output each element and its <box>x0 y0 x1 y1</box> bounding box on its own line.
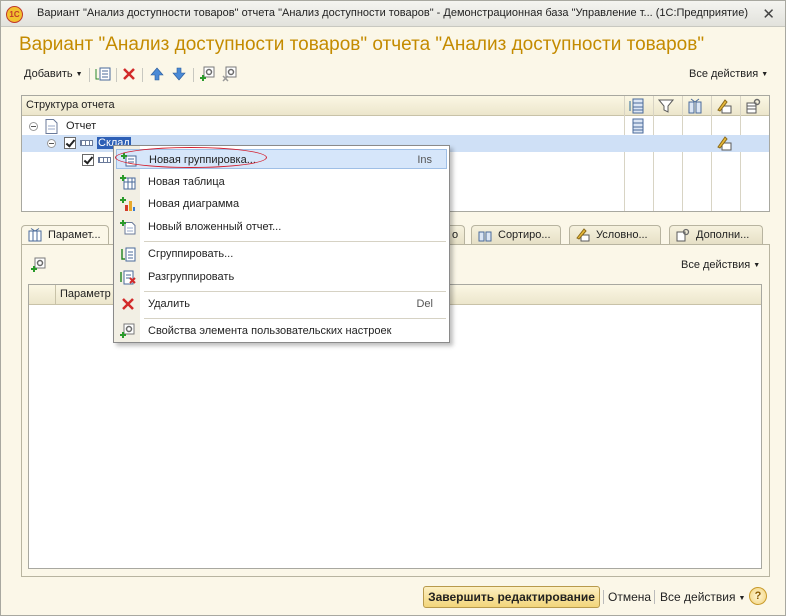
window: 1С Вариант "Анализ доступности товаров" … <box>0 0 786 616</box>
highlight-ellipse <box>115 147 267 168</box>
menu-item-label: Сгруппировать... <box>148 248 234 260</box>
new-nested-report-icon <box>120 220 136 235</box>
menu-item-new-table[interactable]: Новая таблица <box>116 172 447 192</box>
fields-cell-icon <box>632 118 644 134</box>
column-divider <box>55 285 56 305</box>
help-icon[interactable]: ? <box>749 587 767 605</box>
add-label: Добавить <box>24 68 73 80</box>
tab-sorting[interactable]: Сортиро... <box>471 225 561 244</box>
footer-divider <box>654 590 655 604</box>
add-dropdown-button[interactable]: Добавить ▼ <box>24 68 83 80</box>
properties-icon <box>120 323 135 338</box>
filter-column-icon[interactable] <box>658 98 674 114</box>
menu-item-new-nested-report[interactable]: Новый вложенный отчет... <box>116 217 447 237</box>
toolbar-divider <box>142 68 143 82</box>
conditional-format-cell-icon <box>717 136 732 151</box>
all-actions-dropdown[interactable]: Все действия ▼ <box>689 68 768 80</box>
fields-column-icon[interactable] <box>629 98 645 114</box>
all-actions-label: Все действия <box>660 590 736 604</box>
additional-tab-icon <box>676 228 690 242</box>
menu-item-label: Разгруппировать <box>148 271 235 283</box>
menu-item-label: Свойства элемента пользовательских настр… <box>148 325 392 337</box>
tab-label: Парамет... <box>48 229 101 241</box>
title-bar: 1С Вариант "Анализ доступности товаров" … <box>1 1 785 27</box>
all-actions-label: Все действия <box>681 259 751 271</box>
command-bar: Добавить ▼ Все действия ▼ <box>19 65 769 85</box>
tree-row-report[interactable]: Отчет <box>22 118 769 135</box>
report-icon <box>45 119 58 134</box>
menu-item-label: Удалить <box>148 298 190 310</box>
menu-item-group[interactable]: Сгруппировать... <box>116 244 447 264</box>
menu-divider <box>144 318 446 319</box>
row-checkbox[interactable] <box>82 154 94 166</box>
window-title: Вариант "Анализ доступности товаров" отч… <box>37 7 748 19</box>
move-down-icon[interactable] <box>171 66 187 82</box>
menu-item-properties[interactable]: Свойства элемента пользовательских настр… <box>116 321 447 341</box>
tree-row-label: Отчет <box>66 120 97 132</box>
grouping-icon <box>98 157 111 163</box>
tab-conditional[interactable]: Условно... <box>569 225 661 244</box>
tree-header: Структура отчета <box>22 96 769 116</box>
footer-bar: Завершить редактирование Отмена Все дейс… <box>19 585 773 609</box>
tab-label: о <box>452 229 459 241</box>
remove-settings-icon[interactable] <box>222 66 238 82</box>
delete-icon <box>122 298 134 310</box>
menu-divider <box>144 241 446 242</box>
menu-item-delete[interactable]: Удалить Del <box>116 294 447 314</box>
params-all-actions-dropdown[interactable]: Все действия ▼ <box>681 259 760 271</box>
structure-icon[interactable] <box>95 66 111 82</box>
menu-item-ungroup[interactable]: Разгруппировать <box>116 267 447 287</box>
chevron-down-icon: ▼ <box>761 71 769 78</box>
parameters-tab-icon <box>28 228 42 242</box>
tab-label: Сортиро... <box>498 229 551 241</box>
page-title: Вариант "Анализ доступности товаров" отч… <box>19 34 705 55</box>
move-up-icon[interactable] <box>149 66 165 82</box>
app-logo-icon: 1С <box>6 6 23 23</box>
tree-header-label: Структура отчета <box>26 99 115 111</box>
context-menu: Новая группировка... Ins Новая таблица Н… <box>113 145 450 343</box>
toolbar-divider <box>89 68 90 82</box>
conditional-format-column-icon[interactable] <box>716 98 732 114</box>
menu-item-label: Новая таблица <box>148 176 225 188</box>
grouping-icon <box>80 140 93 146</box>
menu-item-new-chart[interactable]: Новая диаграмма <box>116 194 447 214</box>
menu-item-shortcut: Ins <box>417 154 432 166</box>
menu-divider <box>144 291 446 292</box>
delete-icon[interactable] <box>121 66 137 82</box>
conditional-tab-icon <box>576 228 590 242</box>
group-icon <box>121 247 136 262</box>
extra-settings-column-icon[interactable] <box>745 98 761 114</box>
tab-label: Условно... <box>596 229 648 241</box>
cancel-button[interactable]: Отмена <box>608 590 651 604</box>
chevron-down-icon: ▼ <box>753 262 761 269</box>
all-actions-label: Все действия <box>689 68 759 80</box>
sort-tab-icon <box>478 231 492 242</box>
menu-item-label: Новый вложенный отчет... <box>148 221 282 233</box>
new-chart-icon <box>120 197 135 211</box>
tab-parameters[interactable]: Парамет... <box>21 225 109 245</box>
tab-additional[interactable]: Дополни... <box>669 225 763 244</box>
finish-editing-button[interactable]: Завершить редактирование <box>423 586 600 608</box>
add-settings-icon[interactable] <box>200 66 216 82</box>
menu-item-label: Новая диаграмма <box>148 198 240 210</box>
collapse-icon[interactable] <box>29 122 38 131</box>
new-table-icon <box>120 175 136 190</box>
sort-column-icon[interactable] <box>687 98 703 114</box>
column-header-parameter: Параметр <box>60 288 111 300</box>
add-parameter-icon[interactable] <box>31 257 47 273</box>
collapse-icon[interactable] <box>47 139 56 148</box>
chevron-down-icon: ▼ <box>738 595 746 602</box>
chevron-down-icon: ▼ <box>75 71 83 78</box>
close-icon[interactable]: ✕ <box>762 5 775 23</box>
ungroup-icon <box>120 270 136 285</box>
toolbar-divider <box>193 68 194 82</box>
toolbar-divider <box>116 68 117 82</box>
tab-label: Дополни... <box>696 229 750 241</box>
menu-item-shortcut: Del <box>416 298 433 310</box>
footer-divider <box>603 590 604 604</box>
row-checkbox[interactable] <box>64 137 76 149</box>
footer-all-actions-dropdown[interactable]: Все действия ▼ <box>660 590 745 604</box>
